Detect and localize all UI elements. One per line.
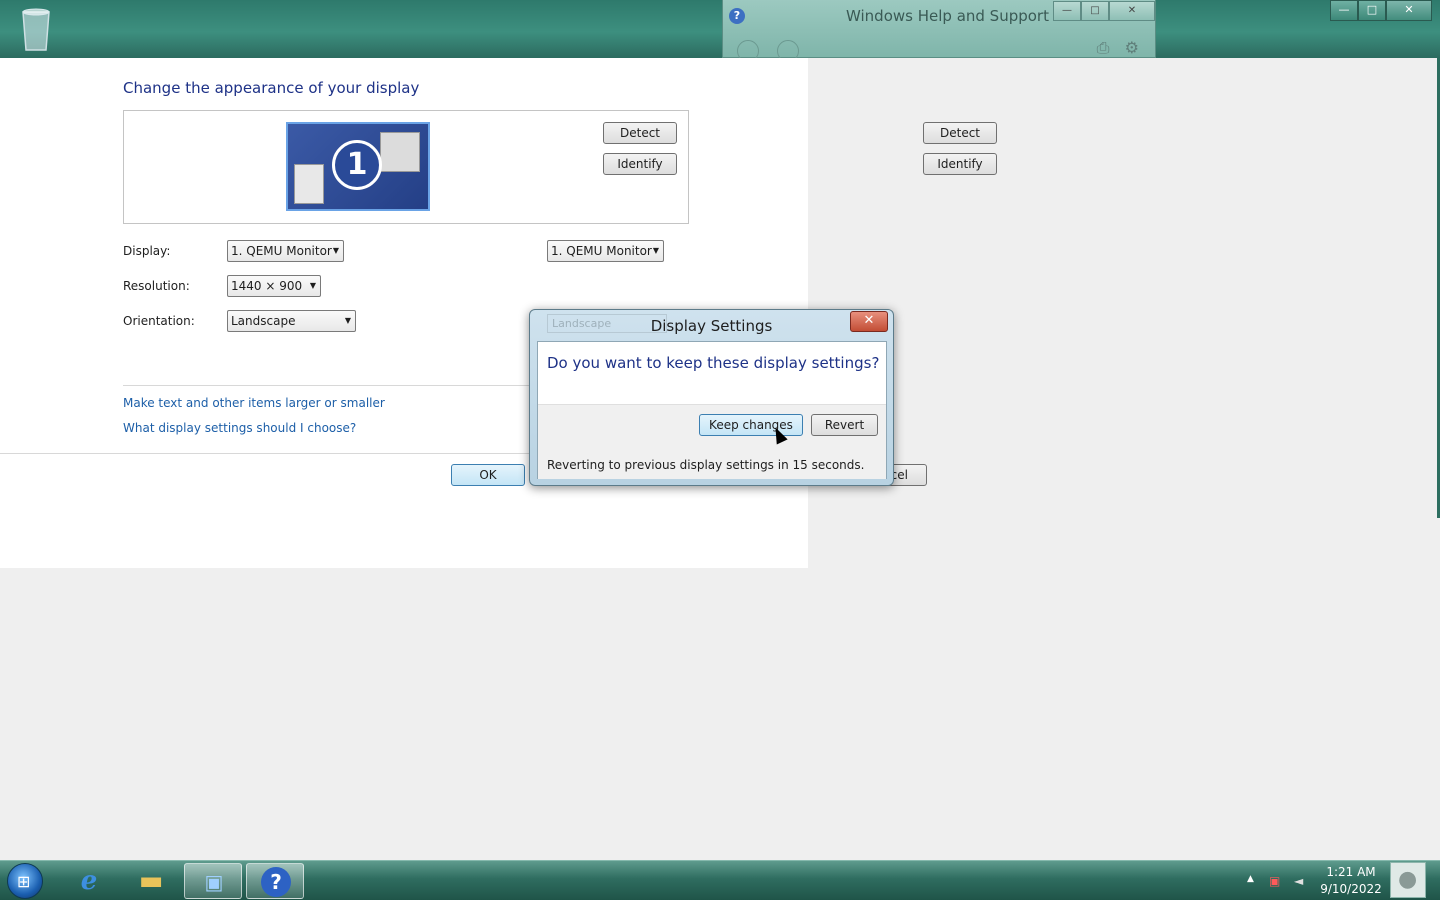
help-window-title: Windows Help and Support — [846, 7, 1049, 25]
ghost-detect-button[interactable]: Detect — [923, 122, 997, 144]
resolution-label: Resolution: — [123, 279, 190, 293]
help-toolbar: ⎙ ⚙ — [1097, 38, 1139, 58]
user-icon: ● — [1398, 867, 1418, 892]
help-maximize-button[interactable]: □ — [1081, 1, 1109, 21]
dialog-footer: Keep changes Revert Reverting to previou… — [538, 404, 886, 479]
revert-button[interactable]: Revert — [811, 414, 878, 436]
desktop-background: — □ ✕ — [0, 0, 1440, 58]
dialog-body: Do you want to keep these display settin… — [537, 341, 887, 479]
clock-time: 1:21 AM — [1326, 865, 1376, 879]
resolution-select[interactable]: 1440 × 900 ▼ — [227, 275, 321, 297]
help-minimize-button[interactable]: — — [1053, 1, 1081, 21]
gear-icon[interactable]: ⚙ — [1125, 38, 1139, 57]
display-settings-icon: ▣ — [204, 870, 224, 894]
taskbar: ⊞ e ▬ ▣ ? — [0, 860, 1440, 900]
help-icon: ? — [261, 867, 291, 897]
show-desktop-button[interactable]: ● — [1390, 862, 1426, 898]
monitor-preview-window-icon — [294, 164, 324, 204]
network-icon[interactable]: ▣ — [1269, 874, 1280, 888]
windows-logo-icon: ⊞ — [17, 872, 31, 891]
identify-button[interactable]: Identify — [603, 153, 677, 175]
dialog-title: Display Settings — [650, 317, 773, 335]
help-window: ? Windows Help and Support — □ ✕ ⎙ ⚙ — [722, 0, 1156, 62]
link-which-settings[interactable]: What display settings should I choose? — [123, 421, 356, 435]
dialog-close-button[interactable]: ✕ — [850, 311, 888, 332]
volume-muted-icon[interactable]: ◄ — [1294, 874, 1303, 888]
bg-maximize-button[interactable]: □ — [1358, 0, 1386, 21]
chevron-down-icon: ▼ — [332, 246, 339, 255]
display-select-value: 1. QEMU Monitor — [231, 244, 332, 258]
chevron-down-icon: ▼ — [344, 316, 351, 325]
detect-button[interactable]: Detect — [603, 122, 677, 144]
monitor-preview-window-icon — [380, 132, 420, 172]
keep-changes-button[interactable]: Keep changes — [699, 414, 803, 436]
bg-close-button[interactable]: ✕ — [1386, 0, 1432, 21]
display-select[interactable]: 1. QEMU Monitor ▼ — [227, 240, 344, 262]
ok-button[interactable]: OK — [451, 464, 525, 486]
link-text-size[interactable]: Make text and other items larger or smal… — [123, 396, 385, 410]
recycle-bin-icon[interactable] — [18, 6, 54, 52]
background-window-controls: — □ ✕ — [1330, 0, 1432, 21]
internet-explorer-icon: e — [80, 866, 98, 896]
page-title: Change the appearance of your display — [123, 79, 420, 97]
chevron-down-icon: ▼ — [652, 246, 659, 255]
orientation-select[interactable]: Landscape ▼ — [227, 310, 356, 332]
orientation-label: Orientation: — [123, 314, 195, 328]
help-window-controls: — □ ✕ — [1053, 1, 1155, 21]
chevron-down-icon: ▼ — [309, 281, 316, 290]
system-clock[interactable]: 1:21 AM 9/10/2022 — [1316, 864, 1386, 898]
display-settings-dialog: Landscape Display Settings ✕ Do you want… — [529, 309, 894, 486]
help-close-button[interactable]: ✕ — [1109, 1, 1155, 21]
bg-minimize-button[interactable]: — — [1330, 0, 1358, 21]
clock-date: 9/10/2022 — [1320, 882, 1382, 896]
help-window-icon: ? — [729, 8, 745, 24]
revert-countdown: Reverting to previous display settings i… — [547, 458, 865, 472]
divider — [0, 453, 530, 454]
dialog-question: Do you want to keep these display settin… — [547, 354, 880, 372]
taskbar-display-settings[interactable]: ▣ — [184, 863, 242, 899]
display-label: Display: — [123, 244, 171, 258]
ghost-display-select-value: 1. QEMU Monitor — [551, 244, 652, 258]
taskbar-help-and-support[interactable]: ? — [246, 863, 304, 899]
monitor-number-badge: 1 — [332, 140, 382, 190]
folder-icon: ▬ — [138, 866, 164, 896]
taskbar-file-explorer[interactable]: ▬ — [122, 863, 180, 899]
taskbar-internet-explorer[interactable]: e — [60, 863, 118, 899]
show-hidden-icons-button[interactable]: ▲ — [1247, 874, 1254, 884]
start-button[interactable]: ⊞ — [7, 863, 43, 899]
print-icon[interactable]: ⎙ — [1097, 38, 1110, 57]
ghost-identify-button[interactable]: Identify — [923, 153, 997, 175]
ghost-display-select[interactable]: 1. QEMU Monitor ▼ — [547, 240, 664, 262]
divider — [123, 385, 533, 386]
resolution-select-value: 1440 × 900 — [231, 279, 303, 293]
monitor-1-thumbnail[interactable]: 1 — [286, 122, 430, 211]
orientation-select-value: Landscape — [231, 314, 296, 328]
